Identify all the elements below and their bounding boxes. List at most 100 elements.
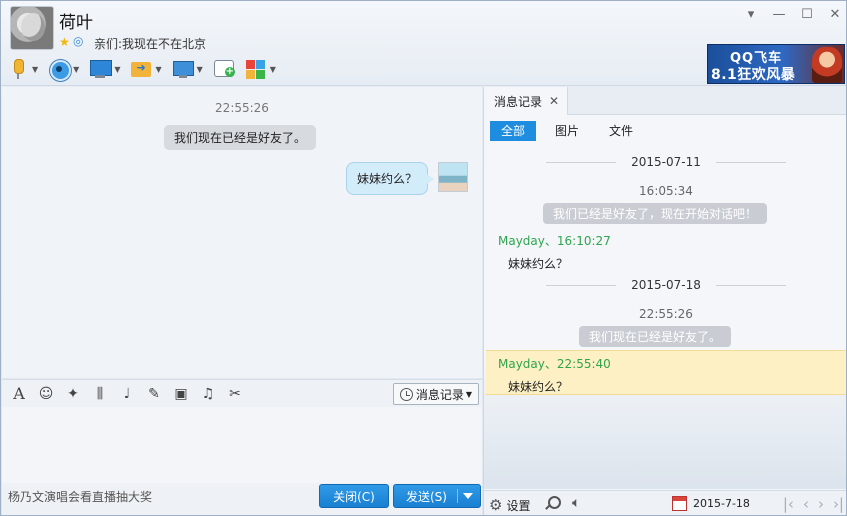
filter-files[interactable]: 文件 <box>598 121 644 141</box>
close-tab-icon[interactable]: ✕ <box>549 94 559 108</box>
date-separator: 2015-07-18 <box>484 278 846 292</box>
history-date: 2015-7-18 <box>693 497 750 510</box>
chevron-down-icon[interactable]: ▼ <box>114 65 120 74</box>
apps-grid-icon <box>245 58 267 80</box>
maximize-icon[interactable]: ☐ <box>800 7 814 27</box>
send-button[interactable]: 发送(S) <box>393 484 481 508</box>
apps-button[interactable]: ▼ <box>245 58 276 80</box>
screen-share-button[interactable]: ▼ <box>172 58 203 80</box>
system-message: 我们现在已经是好友了。 <box>164 125 317 150</box>
create-discussion-button[interactable] <box>213 58 235 80</box>
history-list[interactable]: 2015-07-11 16:05:34 我们已经是好友了，现在开始对话吧！ Ma… <box>484 149 846 489</box>
chevron-down-icon[interactable]: ▼ <box>32 65 38 74</box>
scissors-icon[interactable]: ✂ <box>226 385 244 403</box>
input-toolbar: A ☺ ✦ ⫼ ♩ ✎ ▣ ♫ ✂ 消息记录 ▼ <box>2 379 482 407</box>
calendar-icon[interactable] <box>672 496 687 511</box>
chevron-down-icon[interactable]: ▼ <box>466 390 472 399</box>
chevron-down-icon[interactable]: ▼ <box>197 65 203 74</box>
message-input[interactable] <box>2 407 482 483</box>
message-history-button[interactable]: 消息记录 ▼ <box>392 383 479 405</box>
camera-icon <box>48 58 72 81</box>
send-label: 发送(S) <box>406 489 447 504</box>
qq-status-icon[interactable]: ◎ <box>73 34 83 48</box>
clock-icon <box>399 387 413 401</box>
music-icon[interactable]: ♫ <box>199 385 217 403</box>
apps-tile <box>245 60 255 69</box>
history-settings-button[interactable]: ⚙ 设置 <box>489 496 530 514</box>
remote-desktop-button[interactable]: ▼ <box>89 58 120 80</box>
send-options-caret-icon[interactable] <box>463 493 473 499</box>
history-message[interactable]: 妹妹约么？ <box>508 255 568 272</box>
screen-share-icon <box>172 58 194 80</box>
prev-page-icon[interactable]: ‹ <box>803 495 809 513</box>
close-button[interactable]: 关闭(C) <box>319 484 389 508</box>
apps-tile <box>255 60 265 69</box>
next-page-icon[interactable]: › <box>818 495 824 513</box>
send-file-button[interactable]: ▼ <box>130 58 162 80</box>
first-page-icon[interactable]: |‹ <box>783 495 794 513</box>
ad-link[interactable]: 杨乃文演唱会看直播抽大奖 <box>8 488 152 505</box>
filter-images[interactable]: 图片 <box>544 121 590 141</box>
avatar-face <box>21 13 45 41</box>
tab-label: 消息记录 <box>494 94 543 109</box>
contact-name[interactable]: 荷叶 <box>59 8 93 33</box>
settings-label: 设置 <box>506 498 531 513</box>
message-history-label: 消息记录 <box>415 387 464 402</box>
chevron-down-icon[interactable]: ▼ <box>73 65 79 74</box>
chevron-down-icon[interactable]: ▼ <box>270 65 276 74</box>
search-icon[interactable] <box>545 496 561 510</box>
banner-subtitle: 8.1狂欢风暴 <box>711 67 796 83</box>
history-message[interactable]: 妹妹约么？ <box>508 378 568 395</box>
emoji-icon[interactable]: ☺ <box>37 385 55 403</box>
microphone-icon <box>7 58 29 80</box>
main-toolbar: ▼ ▼ ▼ ▼ ▼ <box>7 56 286 82</box>
history-pager: |‹ ‹ › ›| <box>783 495 844 513</box>
edit-icon[interactable]: ✎ <box>145 385 163 403</box>
voice-call-button[interactable]: ▼ <box>7 58 38 80</box>
magic-wand-icon[interactable]: ✦ <box>64 385 82 403</box>
date-separator: 2015-07-11 <box>484 155 846 169</box>
folder-send-icon <box>130 58 152 80</box>
tab-message-history[interactable]: 消息记录 ✕ <box>484 87 568 115</box>
message-add-icon <box>213 58 235 80</box>
ad-banner[interactable]: QQ飞车 8.1狂欢风暴 <box>707 44 845 84</box>
bottom-bar: 杨乃文演唱会看直播抽大奖 关闭(C) 发送(S) <box>2 483 482 515</box>
video-call-button[interactable]: ▼ <box>48 58 79 81</box>
history-system-message: 我们现在已经是好友了。 <box>579 326 732 347</box>
chevron-down-icon[interactable]: ▼ <box>155 65 161 74</box>
dropdown-icon[interactable]: ▾ <box>744 7 758 27</box>
apps-tile <box>255 70 265 79</box>
contact-signature: 亲们:我现在不在北京 <box>94 37 207 51</box>
header: 荷叶 ★ ◎ 亲们:我现在不在北京 ▾ — ☐ ✕ ▼ ▼ ▼ ➜ ▼ ▼ + … <box>1 1 846 86</box>
history-bottom-bar: ⚙ 设置 🔈︎ 2015-7-18 |‹ ‹ › ›| <box>484 490 846 515</box>
gear-icon: ⚙ <box>489 496 503 514</box>
image-icon[interactable]: ▣ <box>172 385 190 403</box>
apps-tile <box>245 70 255 79</box>
history-sender: Mayday、22:55:40 <box>498 357 611 371</box>
my-avatar[interactable] <box>438 162 468 192</box>
history-time: 16:05:34 <box>639 184 693 198</box>
font-icon[interactable]: A <box>10 384 28 403</box>
voice-message-icon[interactable]: ♩ <box>118 385 136 403</box>
last-page-icon[interactable]: ›| <box>833 495 844 513</box>
shake-icon[interactable]: ⫼ <box>91 385 109 403</box>
my-message-bubble[interactable]: 妹妹约么？ <box>345 162 435 195</box>
history-panel: 消息记录 ✕ 全部 图片 文件 2015-07-11 16:05:34 我们已经… <box>483 87 846 515</box>
message-time: 22:55:26 <box>215 101 269 115</box>
history-filters: 全部 图片 文件 <box>490 121 652 141</box>
send-split-divider <box>457 489 458 503</box>
history-tabbar: 消息记录 ✕ <box>484 87 846 115</box>
monitor-icon <box>89 58 113 80</box>
minimize-icon[interactable]: — <box>772 7 786 27</box>
window-controls: ▾ — ☐ ✕ <box>744 7 842 27</box>
close-icon[interactable]: ✕ <box>828 7 842 27</box>
contact-avatar[interactable] <box>10 6 54 50</box>
chat-window: 荷叶 ★ ◎ 亲们:我现在不在北京 ▾ — ☐ ✕ ▼ ▼ ▼ ➜ ▼ ▼ + … <box>0 0 847 516</box>
history-sender: Mayday、16:10:27 <box>498 234 611 248</box>
filter-all[interactable]: 全部 <box>490 121 537 141</box>
star-icon[interactable]: ★ <box>59 35 70 49</box>
speaker-icon[interactable]: 🔈︎ <box>572 495 580 511</box>
banner-character-image <box>812 47 842 83</box>
chat-messages[interactable]: 22:55:26 我们现在已经是好友了。 妹妹约么？ <box>2 87 482 378</box>
history-system-message: 我们已经是好友了，现在开始对话吧！ <box>543 203 768 224</box>
